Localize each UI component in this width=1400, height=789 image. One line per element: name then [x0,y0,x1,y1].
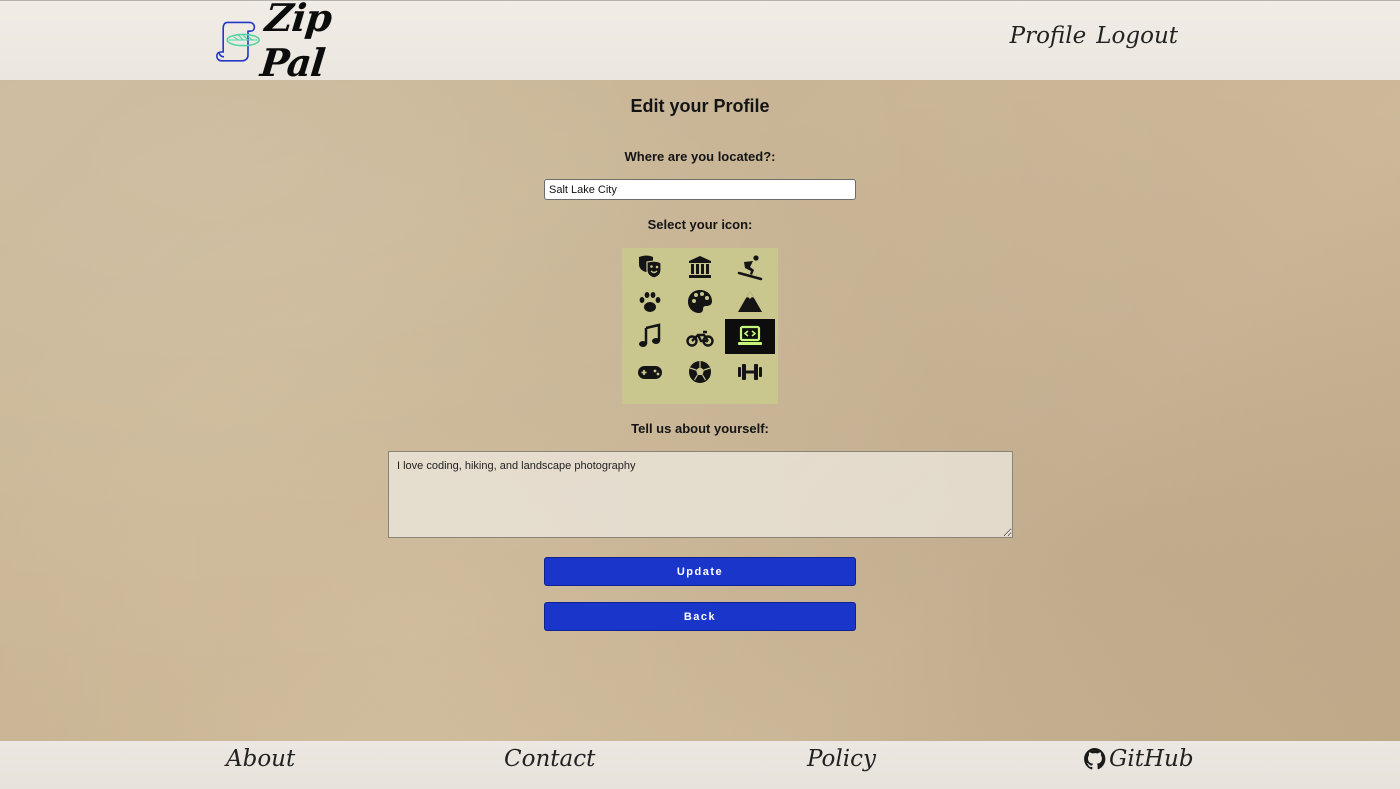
back-button[interactable]: Back [544,602,856,631]
bio-label: Tell us about yourself: [631,421,769,436]
mountain-icon[interactable] [725,284,775,319]
bio-textarea[interactable]: I love coding, hiking, and landscape pho… [388,451,1013,538]
landmark-icon[interactable] [675,249,725,284]
site-header: Zip Pal Profile Logout [0,0,1400,85]
dumbbell-icon[interactable] [725,354,775,389]
policy-link[interactable]: Policy [807,746,876,772]
about-label: About [226,746,296,772]
update-button[interactable]: Update [544,557,856,586]
logo-text: Zip Pal [258,0,334,85]
paw-icon[interactable] [625,284,675,319]
about-link[interactable]: About [226,746,295,772]
profile-link[interactable]: Profile [1010,23,1087,49]
logout-link[interactable]: Logout [1096,23,1178,49]
location-input[interactable] [544,179,856,200]
gamepad-icon[interactable] [625,354,675,389]
edit-profile-form: Edit your Profile Where are you located?… [0,80,1400,741]
motorcycle-icon[interactable] [675,319,725,354]
policy-label: Policy [807,746,876,772]
partial-icon-2[interactable] [675,389,725,404]
snowboarding-icon[interactable] [725,249,775,284]
partial-icon-3[interactable] [725,389,775,404]
contact-label: Contact [504,746,596,772]
icon-picker[interactable] [622,248,778,404]
github-label: GitHub [1109,746,1194,772]
github-link[interactable]: GitHub [1083,746,1194,772]
page-title: Edit your Profile [630,96,770,116]
github-icon [1084,748,1106,770]
music-icon[interactable] [625,319,675,354]
partial-icon-1[interactable] [625,389,675,404]
contact-link[interactable]: Contact [504,746,595,772]
top-nav: Profile Logout [1010,23,1178,49]
site-logo[interactable]: Zip Pal [216,0,376,85]
palette-icon[interactable] [675,284,725,319]
laptop-code-icon[interactable] [725,319,775,354]
site-footer: About Contact Policy GitHub [0,741,1400,789]
icon-label: Select your icon: [647,217,753,232]
location-label: Where are you located?: [624,149,776,164]
soccer-ball-icon[interactable] [675,354,725,389]
scroll-quill-logo-icon [216,21,260,62]
theater-masks-icon[interactable] [625,249,675,284]
